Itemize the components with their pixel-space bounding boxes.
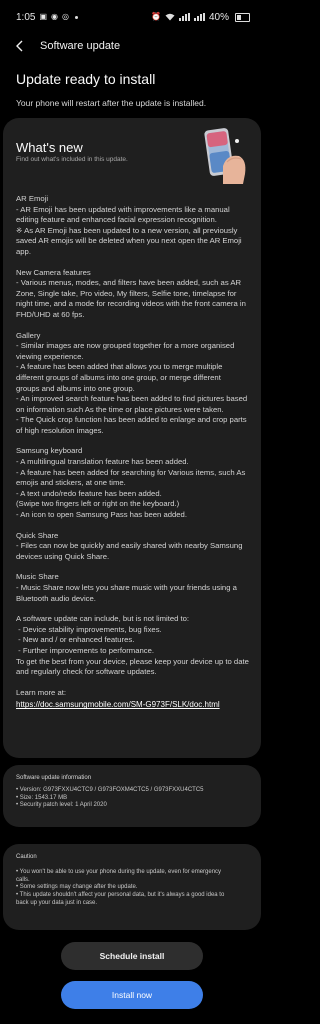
release-note-line: and regularly check for software updates…	[16, 667, 157, 677]
release-note-line: Zone, Single take, Pro video, My filters…	[16, 288, 237, 298]
caution-heading: Caution	[16, 854, 37, 860]
release-note-line: - AR Emoji has been updated with improve…	[16, 204, 230, 214]
whats-new-subtitle: Find out what's included in this update.	[16, 156, 128, 163]
release-note-line: different groups of albums into one grou…	[16, 372, 221, 382]
release-note-line: - Further improvements to performance.	[16, 645, 154, 655]
header-title: Software update	[40, 40, 121, 52]
release-note-section: Samsung keyboard - A multilingual transla…	[16, 446, 254, 520]
wifi-icon	[165, 13, 175, 21]
release-note-line: - The Quick crop function has been added…	[16, 415, 247, 425]
release-note-line: - An icon to open Samsung Pass has been …	[16, 510, 187, 520]
whats-new-title: What's new	[16, 140, 83, 155]
caution-line: calls.	[16, 876, 30, 883]
release-note-line: devices using Quick Share.	[16, 551, 110, 561]
release-note-heading: Samsung keyboard	[16, 446, 83, 456]
release-note-heading: Quick Share	[16, 530, 59, 540]
release-note-section: Gallery - Similar images are now grouped …	[16, 331, 254, 437]
schedule-install-button[interactable]: Schedule install	[61, 942, 203, 970]
release-note-line: night time, and a mode for recording vid…	[16, 299, 246, 309]
learn-more-label: Learn more at:	[16, 687, 66, 697]
release-note-section: Quick Share - Files can now be quickly an…	[16, 531, 254, 563]
update-info-heading: Software update information	[16, 775, 92, 781]
status-bar: 1:05 ▣ ◉ ◎ ⏰ 40%	[0, 0, 264, 34]
more-notifications-icon	[75, 15, 78, 19]
release-note-line: saved AR emojis will be deleted when you…	[16, 236, 242, 246]
release-note-line: groups and albums into one group.	[16, 383, 135, 393]
phone-illustration-icon	[204, 128, 246, 184]
caution-card: Caution • You won't be able to use your …	[3, 844, 261, 930]
release-note-line: Bluetooth audio device.	[16, 593, 96, 603]
signal-icon	[193, 13, 205, 21]
messenger-icon: ◉	[51, 12, 59, 21]
release-note-line: - Music Share now lets you share music w…	[16, 583, 237, 592]
release-note-line: - A feature has been added that allows y…	[16, 362, 223, 372]
release-note-line: - An improved search feature has been ad…	[16, 394, 248, 404]
release-note-section: New Camera features - Various menus, mode…	[16, 268, 254, 321]
status-bar-left: 1:05 ▣ ◉ ◎	[16, 12, 78, 23]
release-note-line: - Various menus, modes, and filters have…	[16, 278, 242, 288]
release-note-line: viewing experience.	[16, 351, 84, 361]
release-note-section: Music Share - Music Share now lets you sh…	[16, 572, 254, 604]
release-note-line: - A feature has been added for searching…	[16, 467, 246, 477]
caution-line: • This update shouldn't affect your pers…	[16, 892, 225, 899]
info-line: • Size: 1543.17 MB	[16, 794, 68, 801]
release-note-line: - A multilingual translation feature has…	[16, 457, 189, 467]
release-note-heading: New Camera features	[16, 267, 91, 277]
release-note-line: (Swipe two fingers left or right on the …	[16, 499, 180, 509]
release-note-line: To get the best from your device, please…	[16, 656, 249, 666]
caution: Caution • You won't be able to use your …	[16, 854, 224, 908]
caution-line: • Some settings may change after the upd…	[16, 884, 138, 891]
release-note-line: FHD/UHD at 60 fps.	[16, 309, 85, 319]
info-line: • Security patch level: 1 April 2020	[16, 802, 107, 809]
release-note-section: AR Emoji - AR Emoji has been updated with…	[16, 194, 254, 258]
gallery-icon: ▣	[39, 12, 48, 21]
release-note-line: editing feature and enhanced facial expr…	[16, 215, 217, 225]
info-line: • Version: G973FXXU4CTC9 / G973FOXM4CTC5…	[16, 786, 204, 793]
release-note-heading: Music Share	[16, 572, 59, 582]
release-note-line: - A text undo/redo feature has been adde…	[16, 488, 162, 498]
update-info: Software update information • Version: G…	[16, 775, 204, 810]
release-note-heading: Gallery	[16, 330, 41, 340]
release-note-line: emojis and stickers, at one time.	[16, 478, 126, 488]
whats-new-card: What's new Find out what's included in t…	[3, 118, 261, 758]
learn-more-link[interactable]: https://doc.samsungmobile.com/SM-G973F/S…	[16, 700, 254, 711]
battery-percent: 40%	[208, 11, 229, 23]
app-bar: Software update	[0, 34, 264, 58]
chevron-left-icon	[16, 40, 23, 52]
release-note-line: ※ As AR Emoji has been updated to a new …	[16, 225, 238, 235]
status-bar-right: ⏰ 40%	[151, 12, 250, 23]
caution-line: • You won't be able to use your phone du…	[16, 868, 222, 875]
alarm-icon: ⏰	[151, 12, 161, 21]
page-title: Update ready to install	[16, 71, 156, 87]
release-note-line: - New and / or enhanced features.	[16, 635, 135, 645]
battery-icon	[235, 12, 250, 22]
release-note-line: - Files can now be quickly and easily sh…	[16, 541, 243, 551]
release-note-line: app.	[16, 246, 31, 256]
update-info-card: Software update information • Version: G…	[3, 765, 261, 827]
clock: 1:05	[16, 11, 36, 23]
caution-line: back up your data just in case.	[16, 899, 98, 906]
signal-icon	[178, 13, 190, 21]
release-note-heading: AR Emoji	[16, 194, 49, 203]
release-note-line: - Similar images are now grouped togethe…	[16, 341, 235, 351]
release-note-line: of high resolution images.	[16, 425, 104, 435]
release-note-line: on information such As the time or place…	[16, 404, 224, 414]
whatsapp-icon: ◎	[62, 12, 69, 21]
release-note-line: A software update can include, but is no…	[16, 614, 190, 624]
back-button[interactable]	[0, 34, 40, 58]
release-note-line: - Device stability improvements, bug fix…	[16, 624, 162, 634]
page-subtitle: Your phone will restart after the update…	[16, 98, 207, 108]
release-notes: AR Emoji - AR Emoji has been updated with…	[16, 194, 254, 711]
install-now-button[interactable]: Install now	[61, 981, 203, 1009]
release-note-section: A software update can include, but is no…	[16, 614, 254, 678]
